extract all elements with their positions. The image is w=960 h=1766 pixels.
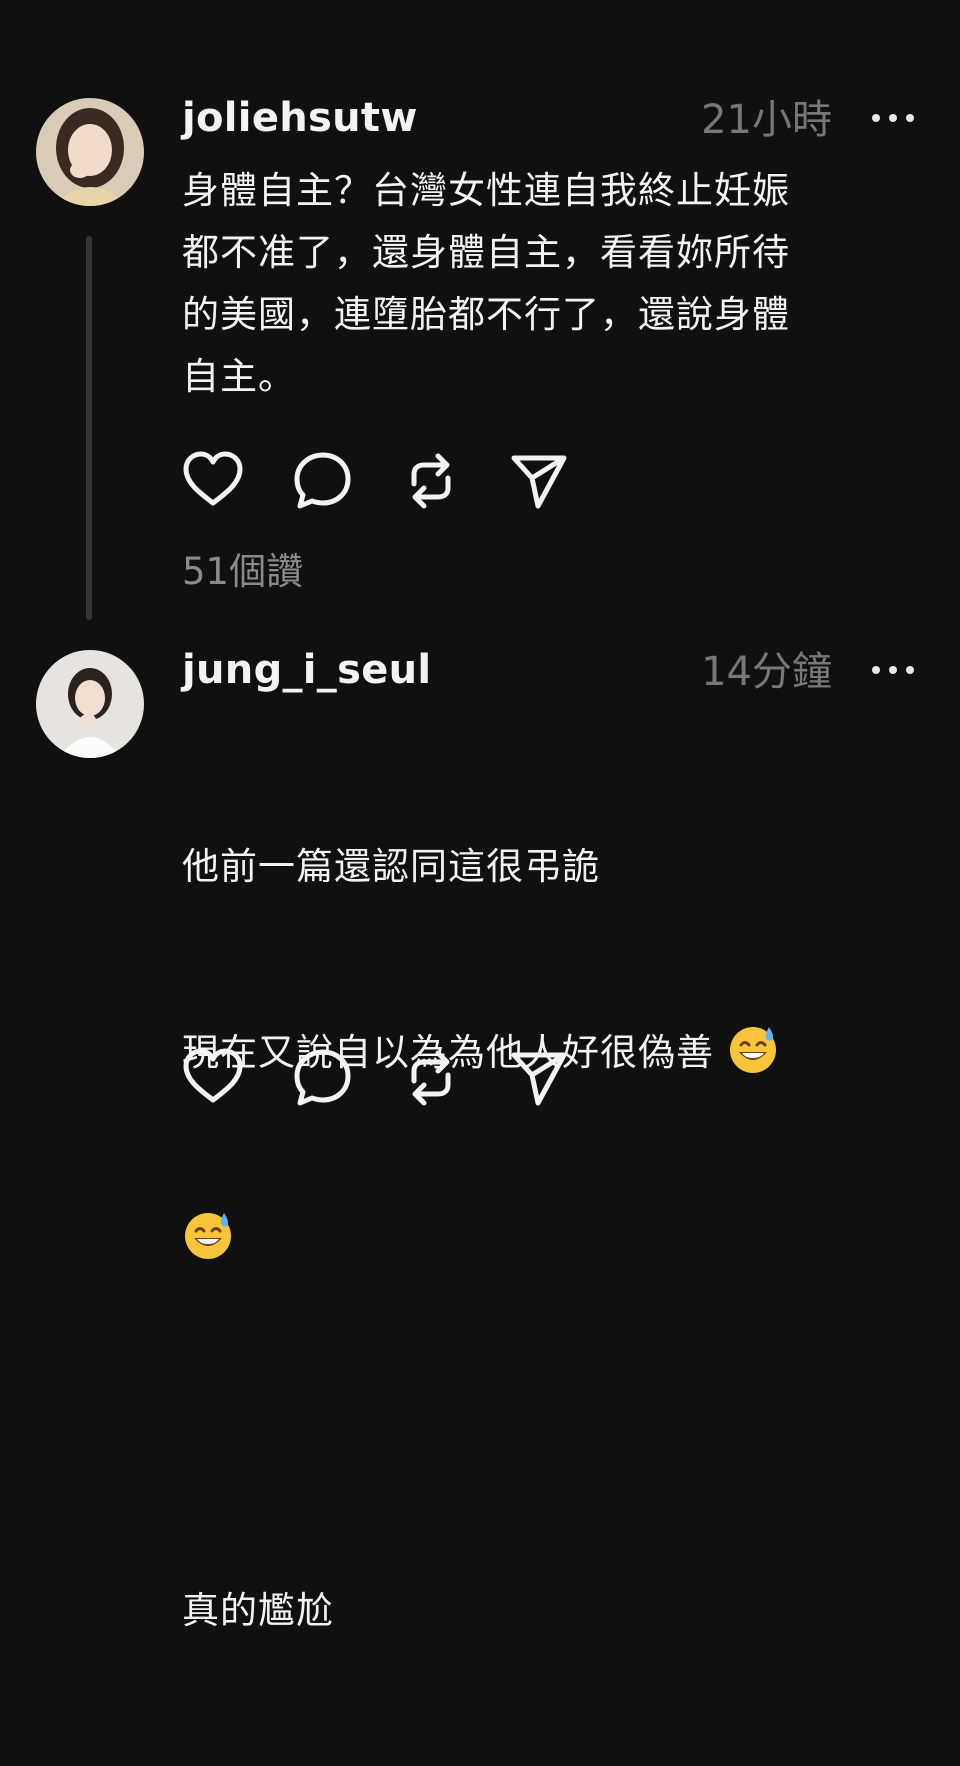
avatar[interactable] xyxy=(36,650,144,758)
repost-icon[interactable] xyxy=(400,1047,462,1109)
avatar[interactable] xyxy=(36,98,144,206)
thread-line xyxy=(86,236,92,620)
text-line: 他前一篇還認同這很弔詭 xyxy=(182,845,600,888)
timestamp: 14分鐘 xyxy=(701,649,832,695)
heart-icon[interactable] xyxy=(182,1047,244,1109)
comment-icon[interactable] xyxy=(292,450,354,512)
grinning-face-with-sweat-emoji xyxy=(727,1023,779,1075)
grinning-face-with-sweat-emoji xyxy=(182,1209,234,1261)
send-icon[interactable] xyxy=(508,450,570,512)
send-icon[interactable] xyxy=(508,1047,570,1109)
more-icon[interactable] xyxy=(872,108,914,128)
text-line xyxy=(182,1208,922,1270)
more-icon[interactable] xyxy=(872,660,914,680)
post-text: 他前一篇還認同這很弔詭 現在又說自以為為他人好很偽善 真的尷尬 xyxy=(182,712,922,1766)
post-text: 身體自主？台灣女性連自我終止妊娠 都不准了，還身體自主，看看妳所待 的美國，連墮… xyxy=(182,169,790,398)
heart-icon[interactable] xyxy=(182,450,244,512)
action-bar xyxy=(182,1047,582,1107)
username[interactable]: joliehsutw xyxy=(182,94,418,142)
text-line xyxy=(182,1394,922,1456)
like-count[interactable]: 51個讚 xyxy=(182,550,303,594)
timestamp: 21小時 xyxy=(701,97,832,143)
username[interactable]: jung_i_seul xyxy=(182,646,431,694)
comment-icon[interactable] xyxy=(292,1047,354,1109)
text-line: 真的尷尬 xyxy=(182,1589,334,1632)
repost-icon[interactable] xyxy=(400,450,462,512)
action-bar xyxy=(182,450,582,510)
